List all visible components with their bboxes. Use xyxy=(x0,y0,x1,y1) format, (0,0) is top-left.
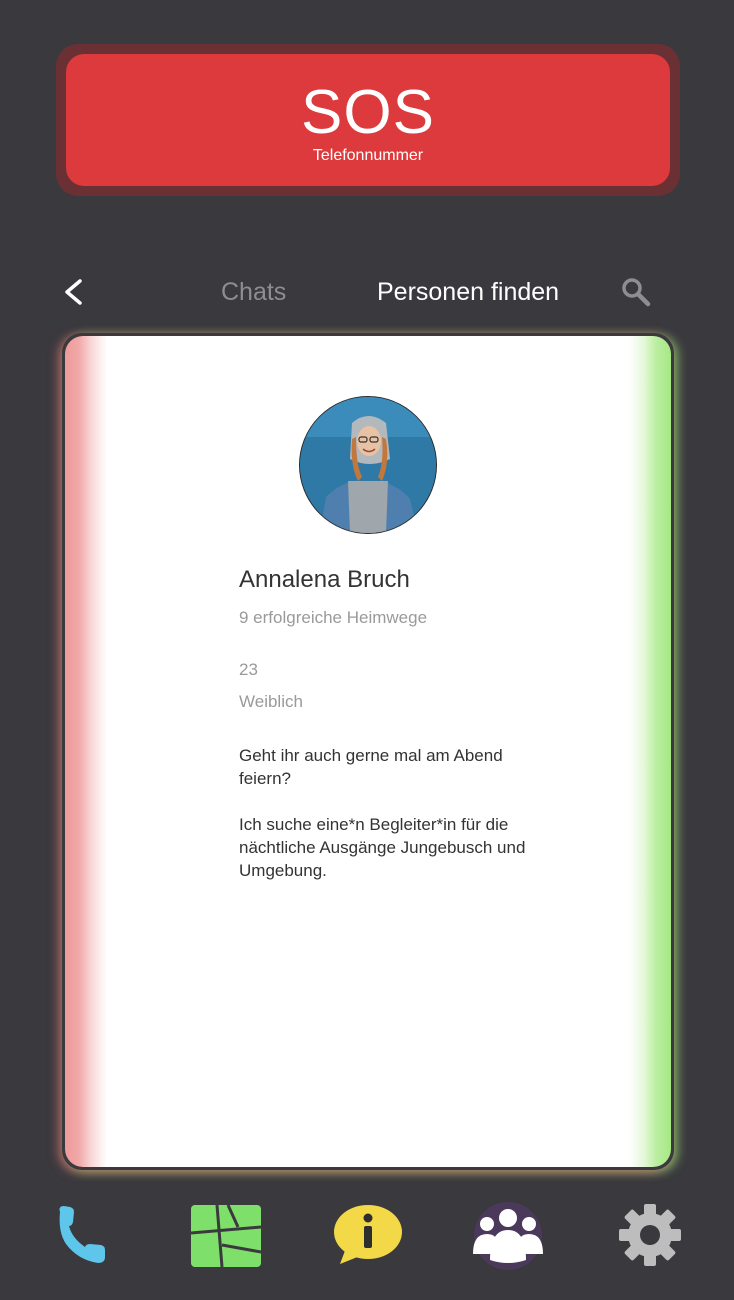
profile-homeways: 9 erfolgreiche Heimwege xyxy=(239,608,428,627)
tab-personen-finden[interactable]: Personen finden xyxy=(377,278,559,306)
profile-card[interactable]: Annalena Bruch 9 erfolgreiche Heimwege 2… xyxy=(65,336,671,1167)
profile-gender: Weiblich xyxy=(239,692,303,711)
gear-icon xyxy=(619,1204,681,1266)
bio-paragraph: Geht ihr auch gerne mal am Abend feiern? xyxy=(239,746,503,788)
people-icon xyxy=(473,1202,543,1270)
sos-button[interactable]: SOS Telefonnummer xyxy=(66,54,670,186)
search-icon xyxy=(622,278,651,307)
nav-people-button[interactable] xyxy=(470,1200,546,1270)
tab-chats[interactable]: Chats xyxy=(221,278,286,306)
back-button[interactable] xyxy=(60,277,90,307)
nav-call-button[interactable] xyxy=(48,1200,124,1270)
profile-name: Annalena Bruch xyxy=(239,566,410,593)
nav-info-button[interactable] xyxy=(328,1200,404,1270)
avatar-photo xyxy=(300,397,436,533)
search-button[interactable] xyxy=(620,276,652,308)
info-icon xyxy=(334,1205,402,1264)
bottom-navigation xyxy=(0,1190,734,1280)
sos-title: SOS xyxy=(301,78,435,147)
profile-avatar xyxy=(299,396,437,534)
profile-bio: Geht ihr auch gerne mal am Abend feiern?… xyxy=(239,744,539,905)
bio-paragraph: Ich suche eine*n Begleiter*in für die nä… xyxy=(239,815,526,880)
sos-frame: SOS Telefonnummer xyxy=(56,44,680,196)
chevron-left-icon xyxy=(65,279,82,305)
nav-settings-button[interactable] xyxy=(612,1200,688,1270)
profile-age: 23 xyxy=(239,660,258,679)
top-navigation: Chats Personen finden xyxy=(0,262,734,322)
nav-map-button[interactable] xyxy=(186,1200,262,1270)
sos-subtitle: Telefonnummer xyxy=(312,147,424,164)
map-icon xyxy=(190,1204,262,1268)
phone-icon xyxy=(59,1206,105,1263)
